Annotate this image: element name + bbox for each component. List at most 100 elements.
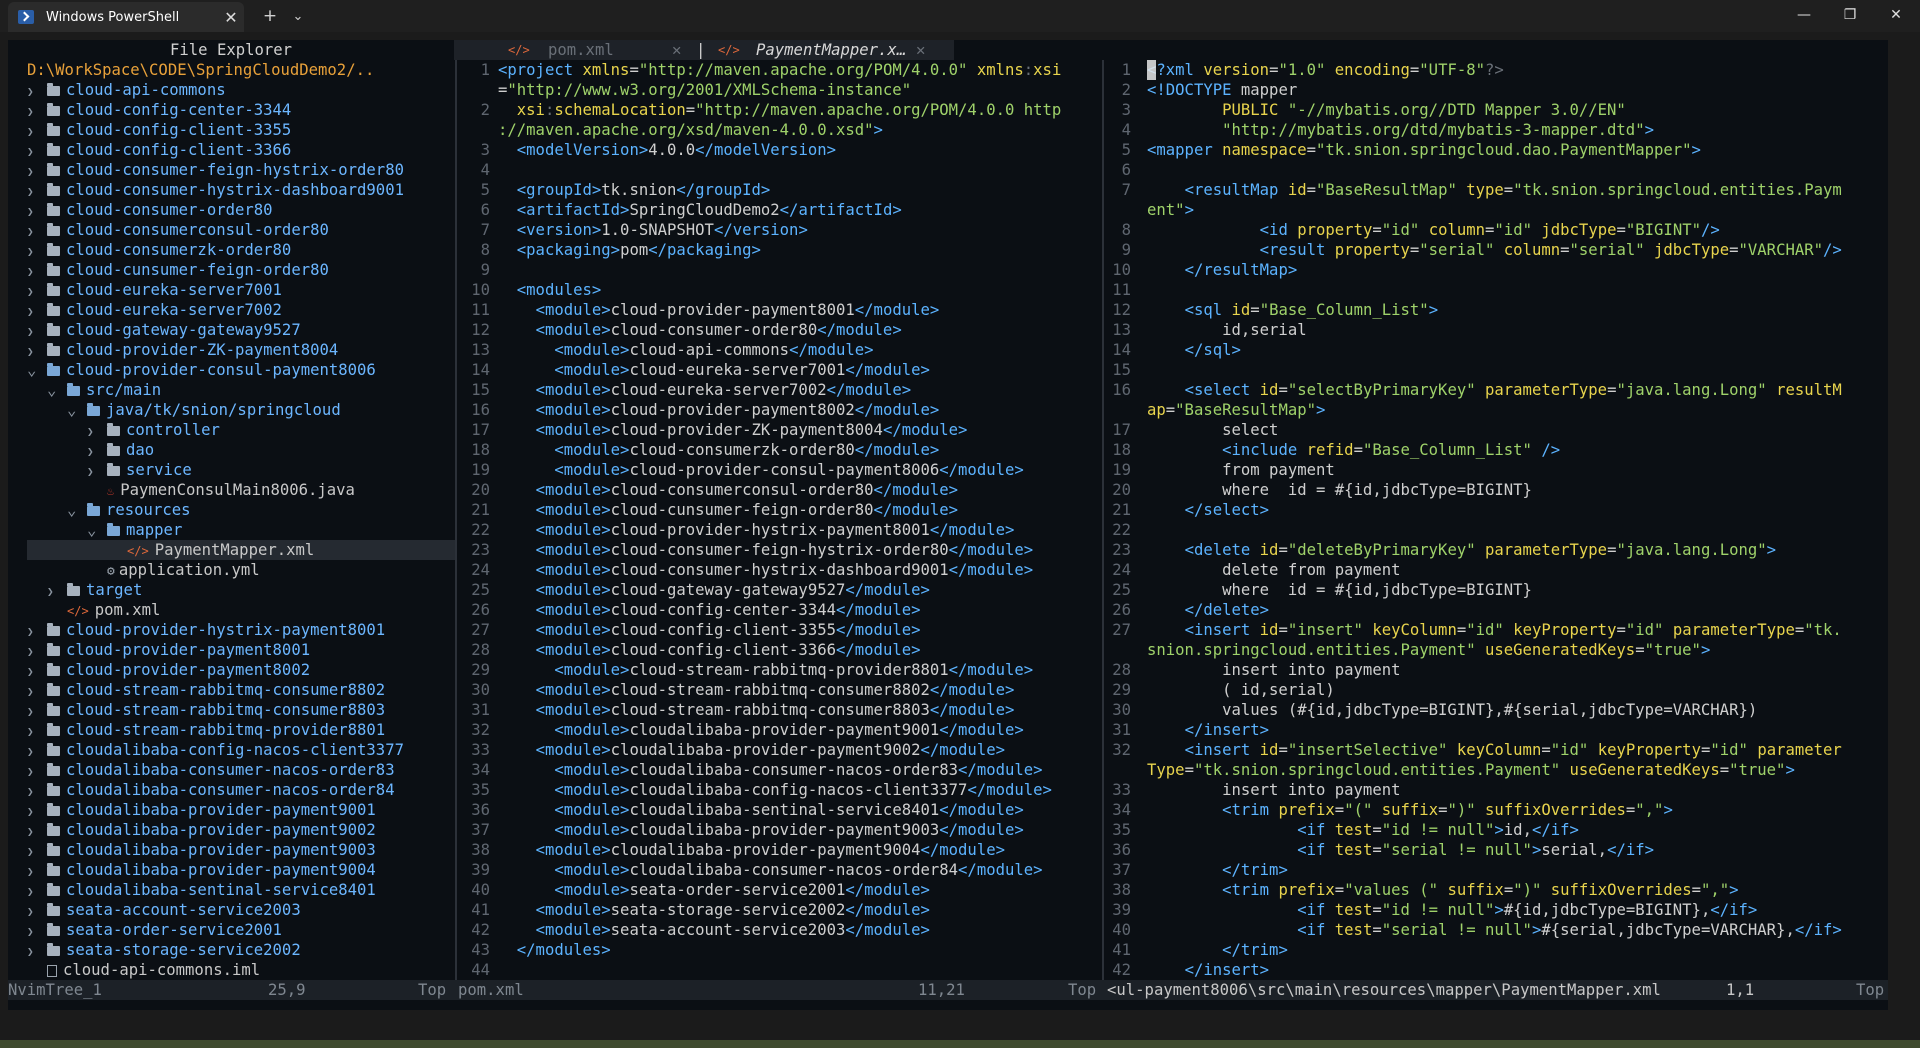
tree-item[interactable]: ❯ cloud-consumer-feign-hystrix-order80 (27, 160, 404, 180)
tree-item[interactable]: ❯ cloudalibaba-provider-payment9004 (27, 860, 376, 880)
tree-item[interactable]: ❯ service (87, 460, 192, 480)
tree-item[interactable]: ❯ cloud-stream-rabbitmq-provider8801 (27, 720, 385, 740)
code-line: 8 <id property="id" column="id" jdbcType… (1107, 220, 1720, 240)
tree-item[interactable]: ❯ cloudalibaba-consumer-nacos-order84 (27, 780, 395, 800)
line-number: 6 (480, 201, 490, 219)
tree-item[interactable]: ❯ cloud-gateway-gateway9527 (27, 320, 301, 340)
tab-pom-close-icon[interactable]: ✕ (672, 40, 681, 60)
code-line: 41 <module>seata-storage-service2002</mo… (460, 900, 930, 920)
tree-item[interactable]: </> pom.xml (47, 600, 160, 620)
tree-item[interactable]: ❯ seata-order-service2001 (27, 920, 282, 940)
tree-item[interactable]: ❯ cloud-provider-payment8002 (27, 660, 310, 680)
tree-item[interactable]: ❯ cloudalibaba-provider-payment9002 (27, 820, 376, 840)
tree-item[interactable]: ❯ target (47, 580, 142, 600)
maximize-button[interactable]: ❐ (1827, 0, 1873, 30)
tree-item[interactable]: ❯ cloud-provider-ZK-payment8004 (27, 340, 338, 360)
code-token: "," (1700, 881, 1730, 899)
tree-item[interactable]: ❯ cloud-provider-payment8001 (27, 640, 310, 660)
code-token: > (1644, 121, 1654, 139)
code-token: cloudalibaba-config-nacos-client3377 (629, 781, 968, 799)
tree-item[interactable]: ❯ seata-storage-service2002 (27, 940, 301, 960)
code-token: </module> (920, 741, 1005, 759)
terminal-tab[interactable]: Windows PowerShell ✕ (8, 2, 244, 32)
line-number: 21 (1112, 501, 1131, 519)
tree-item[interactable]: ❯ cloud-config-client-3366 (27, 140, 291, 160)
tree-item[interactable]: ⌄ src/main (47, 380, 161, 400)
tree-item[interactable]: ❯ seata-account-service2003 (27, 900, 301, 920)
tree-item[interactable]: ⌄ resources (67, 500, 191, 520)
tree-item[interactable]: ⌄ cloud-provider-consul-payment8006 (27, 360, 376, 380)
tree-item[interactable]: ❯ cloud-stream-rabbitmq-consumer8803 (27, 700, 385, 720)
tree-item[interactable]: ❯ cloud-eureka-server7002 (27, 300, 282, 320)
tree-item[interactable]: ♨ PaymenConsulMain8006.java (87, 480, 355, 500)
tab-mapper-close-icon[interactable]: ✕ (916, 40, 925, 60)
code-token: <module> (554, 801, 630, 819)
tab-payment-mapper[interactable]: PaymentMapper.x… (756, 40, 906, 60)
terminal-content[interactable]: File Explorer </> pom.xml ✕ | </> Paymen… (8, 40, 1888, 1010)
code-token: <module> (535, 921, 611, 939)
chevron-right-icon: ❯ (87, 465, 94, 478)
tree-item[interactable]: ❯ cloud-provider-hystrix-payment8001 (27, 620, 385, 640)
code-token: </module> (836, 601, 921, 619)
line-number: 10 (471, 281, 490, 299)
code-token: cloudalibaba-provider-payment9003 (629, 821, 940, 839)
tree-item[interactable]: ❯ cloud-api-commons (27, 80, 226, 100)
tree-item[interactable]: ❯ cloud-consumerzk-order80 (27, 240, 291, 260)
tree-item[interactable]: ❯ cloud-cunsumer-feign-order80 (27, 260, 329, 280)
code-token: </module> (882, 421, 968, 439)
tree-item[interactable]: ❯ cloudalibaba-provider-payment9001 (27, 800, 376, 820)
tree-item[interactable]: ❯ cloud-consumerconsul-order80 (27, 220, 329, 240)
tree-item[interactable]: ❯ dao (87, 440, 154, 460)
tree-item[interactable]: ❯ cloud-config-center-3344 (27, 100, 291, 120)
tree-item[interactable]: ❯ cloud-consumer-hystrix-dashboard9001 (27, 180, 404, 200)
tree-item[interactable]: ❯ controller (87, 420, 220, 440)
tree-item[interactable]: cloud-api-commons.iml (27, 960, 260, 980)
tree-item[interactable]: ❯ cloudalibaba-consumer-nacos-order83 (27, 760, 395, 780)
code-token: Type (1147, 761, 1185, 779)
tree-item[interactable]: ❯ cloud-stream-rabbitmq-consumer8802 (27, 680, 385, 700)
tree-item-label: resources (106, 501, 191, 519)
chevron-right-icon: ❯ (27, 665, 34, 678)
tree-item[interactable]: ❯ cloudalibaba-provider-payment9003 (27, 840, 376, 860)
code-token: "tk.snion.springcloud.entities.Payment" (1193, 761, 1561, 779)
folder-icon (47, 843, 60, 856)
code-token: cloud-config-client-3366 (610, 641, 836, 659)
line-number: 18 (1112, 441, 1131, 459)
tree-item[interactable]: </> PaymentMapper.xml (107, 540, 314, 560)
tree-item-label: src/main (86, 381, 162, 399)
tree-item[interactable]: ❯ cloud-consumer-order80 (27, 200, 273, 220)
close-tab-icon[interactable]: ✕ (218, 8, 244, 27)
line-number: 8 (480, 241, 490, 259)
tree-item[interactable]: ❯ cloudalibaba-sentinal-service8401 (27, 880, 376, 900)
tree-item[interactable]: ⚙ application.yml (87, 560, 260, 580)
code-token: "java.lang.Long" (1616, 541, 1767, 559)
folder-icon (47, 323, 60, 336)
code-token: </module> (845, 361, 930, 379)
tree-item[interactable]: ❯ cloud-config-client-3355 (27, 120, 291, 140)
tree-item[interactable]: ⌄ java/tk/snion/springcloud (67, 400, 341, 420)
code-token: </module> (958, 761, 1043, 779)
line-number: 4 (480, 161, 490, 179)
tree-item[interactable]: ❯ cloudalibaba-config-nacos-client3377 (27, 740, 404, 760)
code-token: <module> (554, 881, 630, 899)
tree-item[interactable]: ❯ cloud-eureka-server7001 (27, 280, 282, 300)
close-window-button[interactable]: ✕ (1873, 0, 1919, 30)
code-token: > (1691, 141, 1701, 159)
new-tab-button[interactable]: + (256, 4, 284, 28)
minimize-button[interactable]: — (1781, 0, 1827, 30)
folder-open-icon (47, 363, 60, 376)
tab-pom[interactable]: pom.xml (548, 40, 614, 60)
line-number: 25 (471, 581, 490, 599)
tab-dropdown-button[interactable]: ⌄ (284, 4, 312, 28)
chevron-down-icon: ⌄ (67, 501, 77, 519)
tree-item[interactable]: ⌄ mapper (87, 520, 182, 540)
